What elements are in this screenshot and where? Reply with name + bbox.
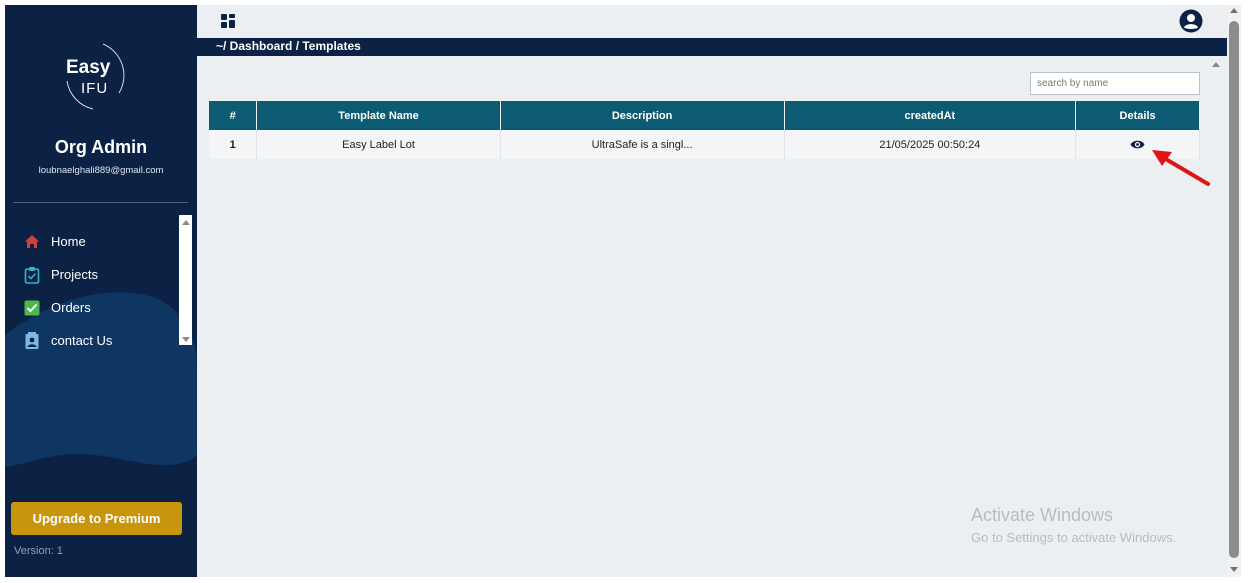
home-icon <box>23 233 41 251</box>
org-email: loubnaelghali889@gmail.com <box>38 165 164 176</box>
search-input[interactable] <box>1030 72 1200 95</box>
templates-table: # Template Name Description createdAt De… <box>209 101 1200 159</box>
sidebar-item-contact[interactable]: contact Us <box>5 324 183 357</box>
scroll-down-arrow-icon[interactable] <box>182 337 190 342</box>
column-header[interactable]: createdAt <box>784 101 1077 130</box>
sidebar-item-orders[interactable]: Orders <box>5 291 183 324</box>
sidebar-item-label: Orders <box>51 300 91 315</box>
menu-grid-icon[interactable] <box>221 14 235 28</box>
sidebar-nav: Home Projects Orders contact Us <box>5 225 183 357</box>
user-avatar-icon[interactable] <box>1179 9 1203 33</box>
scroll-up-arrow-icon[interactable] <box>1230 8 1238 13</box>
logo-subtext: IFU <box>81 80 109 97</box>
logo-text: Easy <box>66 57 111 78</box>
version-label: Version: 1 <box>14 545 63 557</box>
main-content: ~/ Dashboard / Templates # Template Name… <box>197 5 1227 577</box>
sidebar: Easy IFU Org Admin loubnaelghali889@gmai… <box>5 5 197 577</box>
check-shield-icon <box>23 299 41 317</box>
scrollbar-thumb[interactable] <box>1229 21 1239 558</box>
sidebar-item-label: contact Us <box>51 333 113 348</box>
upgrade-button[interactable]: Upgrade to Premium <box>11 502 182 535</box>
scroll-down-arrow-icon[interactable] <box>1230 567 1238 572</box>
top-bar <box>197 5 1227 38</box>
table-row[interactable]: 1 Easy Label Lot UltraSafe is a singl...… <box>209 130 1200 159</box>
sidebar-scrollbar[interactable] <box>179 215 192 345</box>
org-name: Org Admin <box>54 137 148 157</box>
column-header[interactable]: Description <box>500 101 785 130</box>
windows-watermark-subtitle: Go to Settings to activate Windows. <box>971 530 1177 545</box>
windows-watermark-title: Activate Windows <box>971 505 1114 525</box>
breadcrumb: ~/ Dashboard / Templates <box>197 38 1227 56</box>
column-header[interactable]: Template Name <box>256 101 501 130</box>
sidebar-item-label: Projects <box>51 267 98 282</box>
scroll-up-arrow-icon[interactable] <box>1212 62 1220 67</box>
sidebar-item-projects[interactable]: Projects <box>5 258 183 291</box>
annotation-arrow-icon <box>1152 150 1210 186</box>
eye-icon[interactable] <box>1130 139 1145 150</box>
description-cell: UltraSafe is a singl... <box>500 130 785 159</box>
sidebar-divider <box>13 202 188 203</box>
contact-card-icon <box>23 331 41 350</box>
column-header[interactable]: # <box>209 101 258 130</box>
row-number: 1 <box>209 130 258 159</box>
table-header-row: # Template Name Description createdAt De… <box>209 101 1200 130</box>
sidebar-item-home[interactable]: Home <box>5 225 183 258</box>
created-at-cell: 21/05/2025 00:50:24 <box>784 130 1077 159</box>
column-header[interactable]: Details <box>1075 101 1200 130</box>
page-scrollbar[interactable] <box>1227 5 1241 577</box>
clipboard-icon <box>23 266 41 284</box>
scroll-up-arrow-icon[interactable] <box>182 220 190 225</box>
sidebar-item-label: Home <box>51 234 86 249</box>
template-name-cell: Easy Label Lot <box>256 130 501 159</box>
